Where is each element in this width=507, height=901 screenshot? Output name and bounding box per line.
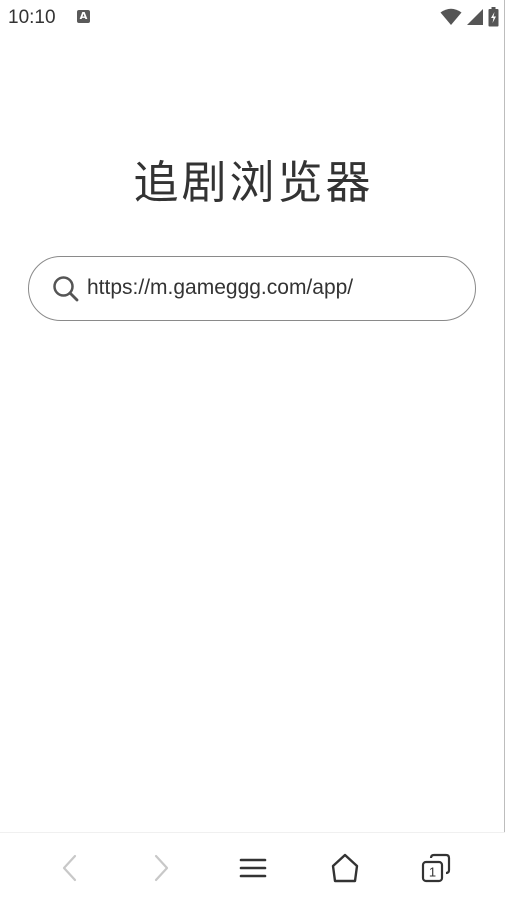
status-time: 10:10 (8, 7, 56, 28)
wifi-icon (440, 8, 462, 25)
search-icon (53, 276, 79, 302)
battery-icon (488, 7, 499, 27)
status-icons (440, 6, 499, 28)
notification-a-icon: A (77, 10, 90, 23)
home-icon (331, 853, 359, 883)
hamburger-menu-icon (239, 858, 267, 878)
home-button[interactable] (327, 850, 363, 886)
status-bar: 10:10 A (0, 0, 507, 34)
window-edge-divider (504, 0, 505, 901)
tab-count: 1 (429, 865, 436, 880)
chevron-right-icon (154, 854, 169, 882)
app-title: 追剧浏览器 (133, 156, 374, 209)
forward-button[interactable] (143, 850, 179, 886)
chevron-left-icon (62, 854, 77, 882)
search-input[interactable]: https://m.gameggg.com/app/ (28, 256, 476, 321)
tabs-icon: 1 (421, 853, 451, 883)
tabs-button[interactable]: 1 (418, 850, 454, 886)
cellular-signal-icon (467, 9, 483, 25)
back-button[interactable] (52, 850, 88, 886)
search-url-text: https://m.gameggg.com/app/ (87, 276, 354, 299)
bottom-navigation-bar: 1 (0, 832, 505, 901)
menu-button[interactable] (235, 850, 271, 886)
